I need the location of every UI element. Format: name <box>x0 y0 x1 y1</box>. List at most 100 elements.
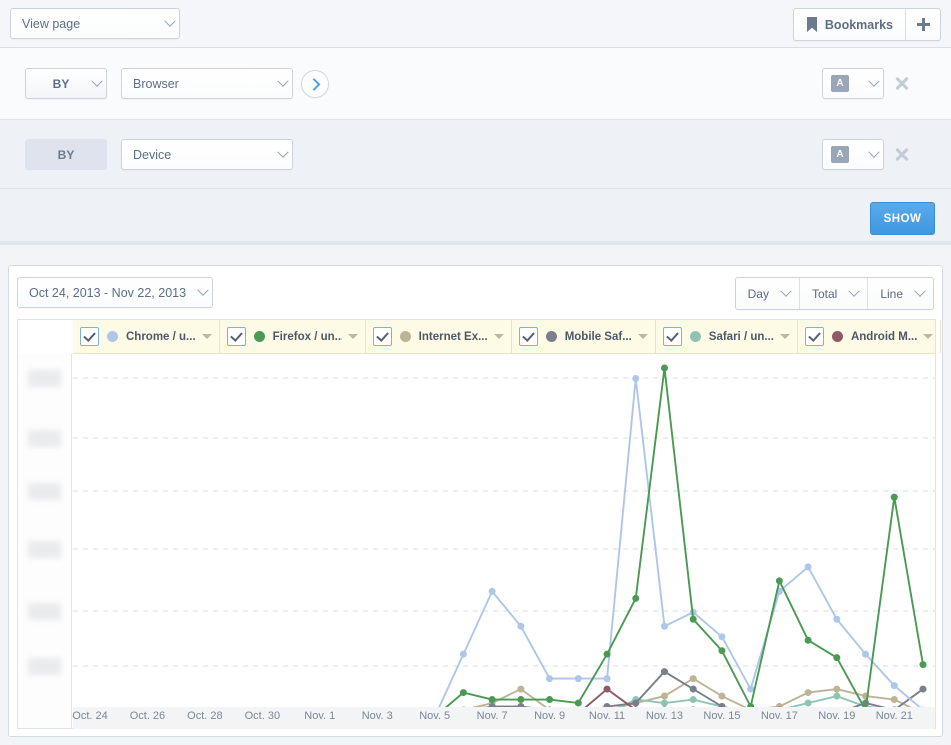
expand-filter-button[interactable] <box>301 70 329 98</box>
legend-checkbox-5[interactable] <box>804 327 824 346</box>
legend-label-5: Android M... <box>850 330 918 343</box>
legend-item-0[interactable]: Chrome / u... <box>73 320 220 353</box>
legend-item-5[interactable]: Android M... <box>798 320 942 353</box>
add-bookmark-button[interactable] <box>905 9 940 40</box>
chevron-down-icon[interactable] <box>779 334 790 339</box>
data-point[interactable] <box>833 615 841 623</box>
data-point[interactable] <box>919 661 927 669</box>
data-point[interactable] <box>459 650 467 658</box>
y-axis-label-1 <box>28 430 61 447</box>
data-point[interactable] <box>459 689 467 697</box>
data-point[interactable] <box>804 699 812 707</box>
show-button[interactable]: SHOW <box>870 202 935 235</box>
legend-item-1[interactable]: Firefox / un... <box>220 320 366 353</box>
legend-checkbox-0[interactable] <box>80 327 99 346</box>
x-axis-tick: Oct. 28 <box>187 710 223 722</box>
data-point[interactable] <box>632 699 640 707</box>
chevron-down-icon[interactable] <box>923 334 934 339</box>
legend-color-dot-0 <box>107 331 118 342</box>
top-toolbar: View page Bookmarks <box>0 0 951 48</box>
aggregation-dropdown-1[interactable]: A <box>822 68 884 99</box>
plus-icon <box>916 18 930 31</box>
data-point[interactable] <box>546 675 554 683</box>
data-point[interactable] <box>804 689 812 697</box>
data-point[interactable] <box>517 685 525 693</box>
legend-checkbox-3[interactable] <box>518 327 538 346</box>
legend-label-0: Chrome / u... <box>126 330 196 343</box>
data-point[interactable] <box>574 675 582 683</box>
data-point[interactable] <box>488 587 496 595</box>
legend-checkbox-4[interactable] <box>662 327 682 346</box>
data-point[interactable] <box>804 563 812 571</box>
data-point[interactable] <box>603 685 611 693</box>
y-axis-label-5 <box>28 658 61 675</box>
by-dropdown-1[interactable]: BY <box>25 68 107 99</box>
chevron-down-icon[interactable] <box>493 334 504 339</box>
data-point[interactable] <box>632 374 640 382</box>
data-point[interactable] <box>689 685 697 693</box>
data-point[interactable] <box>546 696 554 704</box>
metric-dropdown[interactable]: Total <box>798 278 867 309</box>
data-point[interactable] <box>718 692 726 700</box>
data-point[interactable] <box>747 685 755 693</box>
data-point[interactable] <box>833 654 841 662</box>
data-point[interactable] <box>660 692 668 700</box>
data-point[interactable] <box>833 692 841 700</box>
legend-item-3[interactable]: Mobile Saf... <box>512 320 656 353</box>
data-point[interactable] <box>660 699 668 707</box>
view-page-label: View page <box>22 16 81 31</box>
granularity-dropdown[interactable]: Day <box>736 278 799 309</box>
aggregation-dropdown-2[interactable]: A <box>822 139 884 170</box>
filter-actions-row: SHOW <box>0 189 951 245</box>
data-point[interactable] <box>689 696 697 704</box>
data-point[interactable] <box>862 650 870 658</box>
legend-color-dot-4 <box>689 331 701 342</box>
data-point[interactable] <box>603 675 611 683</box>
data-point[interactable] <box>718 647 726 655</box>
legend-item-2[interactable]: Internet Ex... <box>366 320 512 353</box>
a-badge-1: A <box>831 75 849 92</box>
granularity-label: Day <box>747 286 769 301</box>
data-point[interactable] <box>660 364 668 372</box>
data-point[interactable] <box>660 668 668 676</box>
legend-color-dot-3 <box>545 331 557 342</box>
remove-filter-button-1[interactable] <box>891 72 913 94</box>
legend-item-4[interactable]: Safari / un... <box>656 320 798 353</box>
legend-checkbox-1[interactable] <box>226 327 246 346</box>
chevron-down-icon[interactable] <box>201 334 212 339</box>
chart-type-dropdown[interactable]: Line <box>867 278 933 309</box>
y-axis-label-3 <box>28 541 61 558</box>
chart-legend: Chrome / u... Firefox / un... Internet Ex.… <box>73 320 942 354</box>
data-point[interactable] <box>574 699 582 707</box>
data-point[interactable] <box>517 696 525 704</box>
chevron-down-icon[interactable] <box>347 334 358 339</box>
view-page-dropdown[interactable]: View page <box>10 8 180 39</box>
data-point[interactable] <box>890 493 898 501</box>
dimension-dropdown-device[interactable]: Device <box>121 139 293 170</box>
legend-color-dot-1 <box>253 331 265 342</box>
bookmarks-button[interactable]: Bookmarks <box>794 9 905 40</box>
chevron-down-icon[interactable] <box>637 334 648 339</box>
data-point[interactable] <box>488 696 496 704</box>
x-axis-tick: Nov. 17 <box>760 710 798 722</box>
legend-checkbox-2[interactable] <box>372 327 392 346</box>
data-point[interactable] <box>833 685 841 693</box>
dimension-dropdown-browser[interactable]: Browser <box>121 68 293 99</box>
data-point[interactable] <box>689 615 697 623</box>
a-badge-2: A <box>831 146 849 163</box>
chart-panel: Oct 24, 2013 - Nov 22, 2013 Day Total Li… <box>8 265 943 737</box>
data-point[interactable] <box>632 594 640 602</box>
data-point[interactable] <box>718 633 726 641</box>
data-point[interactable] <box>517 622 525 630</box>
dimension-label-1: Browser <box>133 76 179 91</box>
data-point[interactable] <box>890 696 898 704</box>
data-point[interactable] <box>660 622 668 630</box>
data-point[interactable] <box>775 577 783 585</box>
date-range-dropdown[interactable]: Oct 24, 2013 - Nov 22, 2013 <box>17 277 213 308</box>
remove-filter-button-2[interactable] <box>891 143 913 165</box>
data-point[interactable] <box>919 685 927 693</box>
data-point[interactable] <box>689 675 697 683</box>
data-point[interactable] <box>603 650 611 658</box>
data-point[interactable] <box>890 682 898 690</box>
data-point[interactable] <box>804 636 812 644</box>
